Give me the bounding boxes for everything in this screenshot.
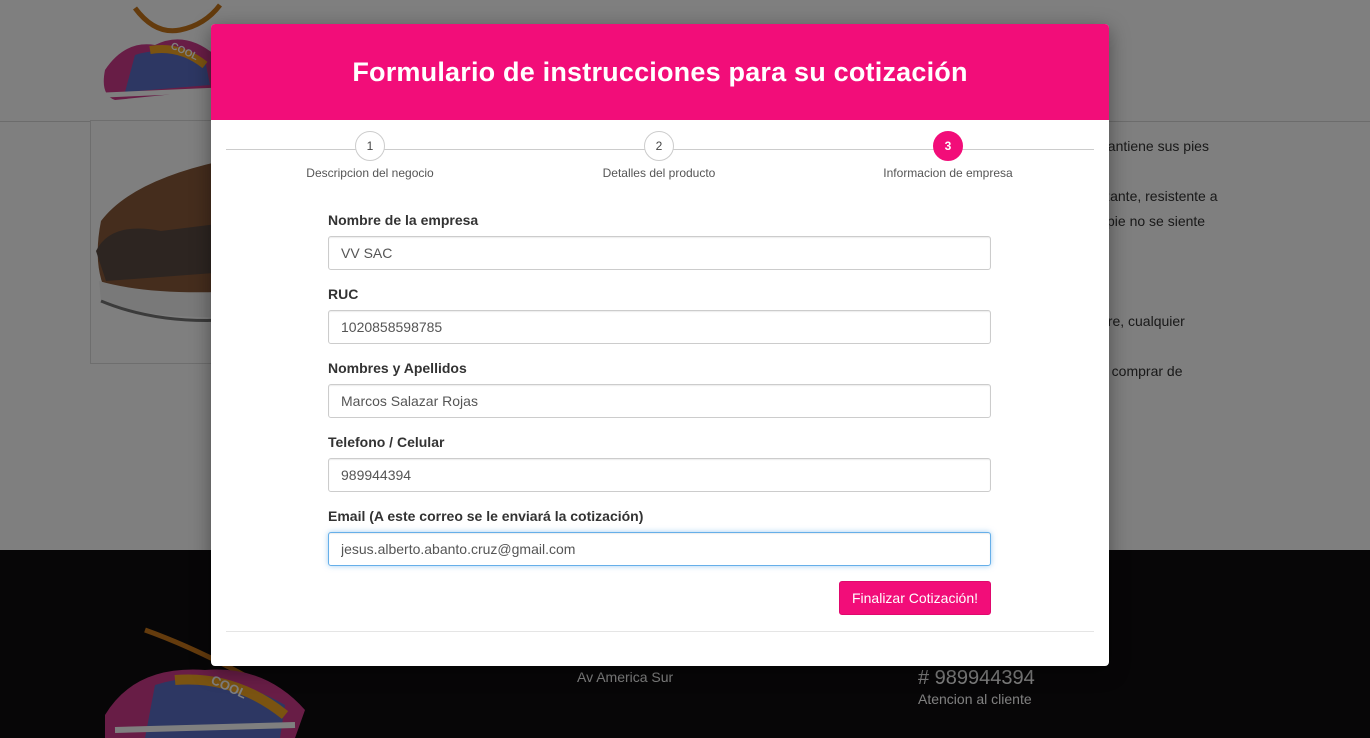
step-number: 1 bbox=[355, 131, 385, 161]
email-label: Email (A este correo se le enviará la co… bbox=[328, 508, 644, 524]
company-info-form: Nombre de la empresa RUC Nombres y Apell… bbox=[328, 210, 991, 580]
modal-footer-divider bbox=[226, 631, 1094, 632]
step-2[interactable]: 2 Detalles del producto bbox=[559, 131, 759, 180]
ruc-input[interactable] bbox=[328, 310, 991, 344]
step-number: 2 bbox=[644, 131, 674, 161]
step-number: 3 bbox=[933, 131, 963, 161]
progress-stepper: 1 Descripcion del negocio 2 Detalles del… bbox=[211, 120, 1109, 200]
company-name-input[interactable] bbox=[328, 236, 991, 270]
step-1[interactable]: 1 Descripcion del negocio bbox=[270, 131, 470, 180]
full-name-group: Nombres y Apellidos bbox=[328, 358, 991, 418]
finish-quote-button[interactable]: Finalizar Cotización! bbox=[839, 581, 991, 615]
email-input[interactable] bbox=[328, 532, 991, 566]
company-name-label: Nombre de la empresa bbox=[328, 212, 479, 228]
modal-title: Formulario de instrucciones para su coti… bbox=[352, 56, 968, 87]
ruc-group: RUC bbox=[328, 284, 991, 344]
full-name-label: Nombres y Apellidos bbox=[328, 360, 467, 376]
phone-label: Telefono / Celular bbox=[328, 434, 445, 450]
company-name-group: Nombre de la empresa bbox=[328, 210, 991, 270]
full-name-input[interactable] bbox=[328, 384, 991, 418]
modal-header: Formulario de instrucciones para su coti… bbox=[211, 24, 1109, 120]
phone-group: Telefono / Celular bbox=[328, 432, 991, 492]
phone-input[interactable] bbox=[328, 458, 991, 492]
ruc-label: RUC bbox=[328, 286, 359, 302]
step-label: Detalles del producto bbox=[602, 166, 716, 180]
step-label: Informacion de empresa bbox=[883, 166, 1013, 180]
step-label: Descripcion del negocio bbox=[306, 166, 434, 180]
step-3[interactable]: 3 Informacion de empresa bbox=[848, 131, 1048, 180]
quote-form-modal: Formulario de instrucciones para su coti… bbox=[211, 24, 1109, 666]
email-group: Email (A este correo se le enviará la co… bbox=[328, 506, 991, 566]
